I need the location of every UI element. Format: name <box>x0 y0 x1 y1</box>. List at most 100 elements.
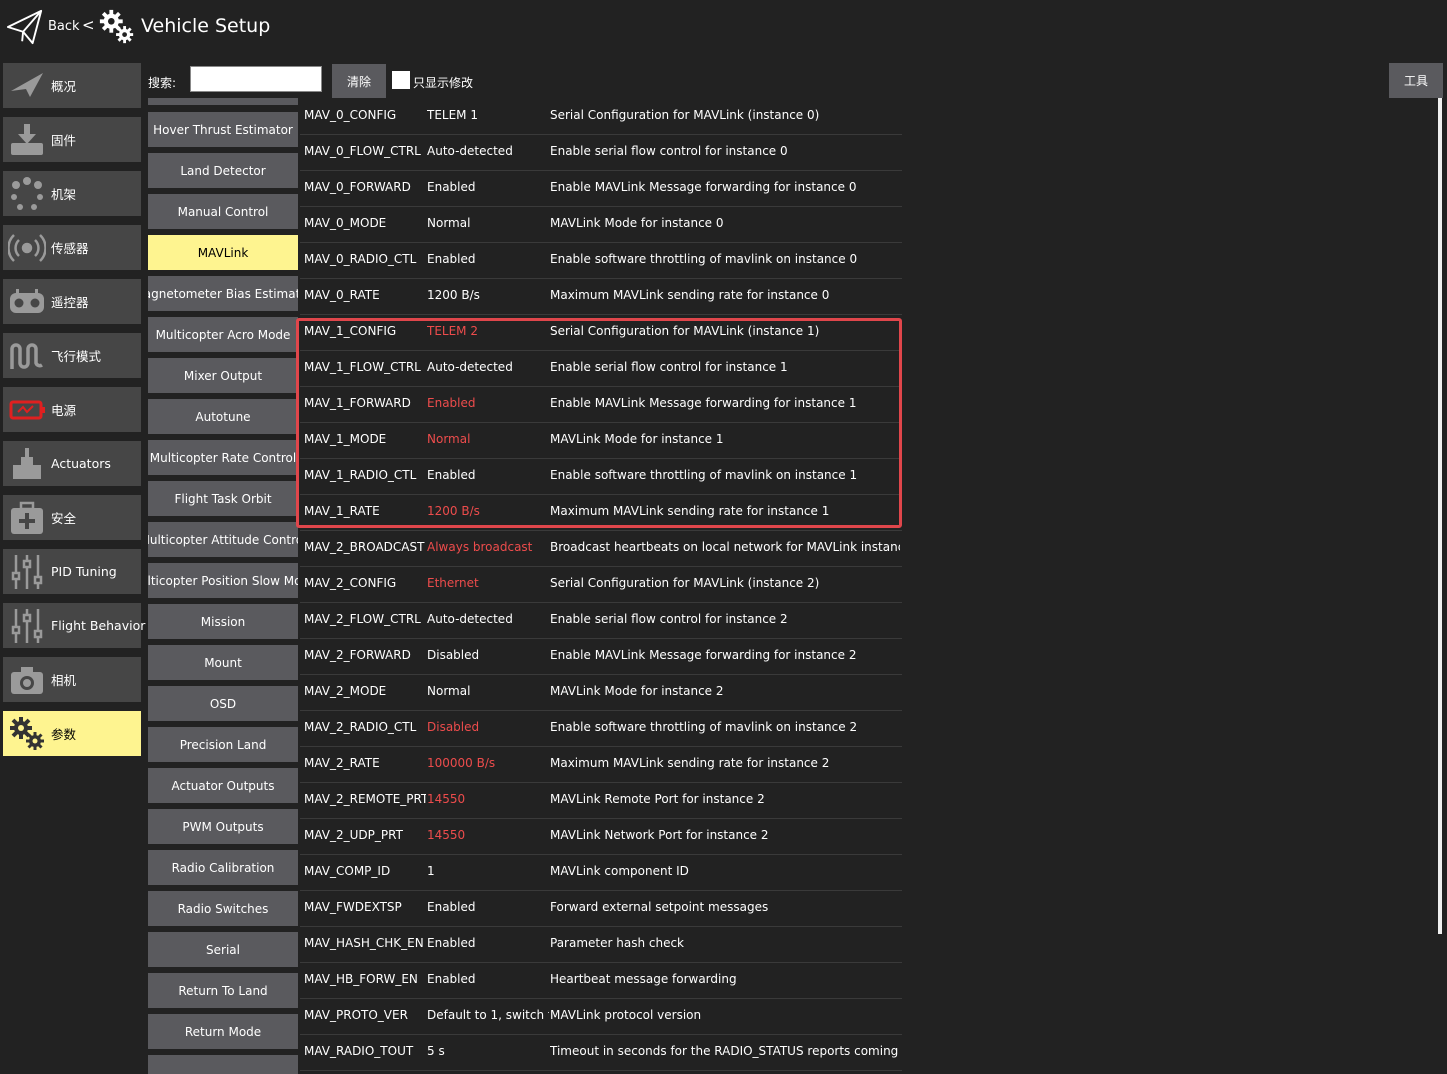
group-button[interactable]: Radio Switches <box>148 891 298 926</box>
param-row[interactable]: MAV_0_FLOW_CTRL Auto-detected Enable seria… <box>300 135 902 171</box>
search-input[interactable] <box>190 66 322 92</box>
group-button[interactable]: Mixer Output <box>148 358 298 393</box>
param-value: Auto-detected <box>427 144 513 158</box>
param-row[interactable]: MAV_RADIO_TOUT 5 s Timeout in seconds for … <box>300 1035 902 1071</box>
param-name: MAV_1_FORWARD <box>304 396 411 410</box>
param-value: Enabled <box>427 252 476 266</box>
group-button[interactable]: Hover Thrust Estimator <box>148 112 298 147</box>
sidebar-item[interactable]: 固件 <box>3 117 141 162</box>
sidebar-item[interactable]: 传感器 <box>3 225 141 270</box>
param-description: Maximum MAVLink sending rate for instanc… <box>550 504 830 518</box>
airframe-icon <box>11 176 43 210</box>
group-button[interactable]: Mount <box>148 645 298 680</box>
page-scrollbar[interactable] <box>1438 98 1442 934</box>
group-button[interactable]: Serial <box>148 932 298 967</box>
param-name: MAV_FWDEXTSP <box>304 900 402 914</box>
tools-button[interactable]: 工具 <box>1389 63 1443 98</box>
param-row[interactable]: MAV_0_FORWARD Enabled Enable MAVLink Messa… <box>300 171 902 207</box>
param-value: 14550 <box>427 792 466 806</box>
group-button[interactable]: Manual Control <box>148 194 298 229</box>
paper-plane-icon[interactable] <box>6 8 44 46</box>
sidebar-item[interactable]: 概况 <box>3 63 141 108</box>
group-button-partial[interactable] <box>148 98 298 105</box>
param-row[interactable]: MAV_2_BROADCAST Always broadcast Broadcast… <box>300 531 902 567</box>
sidebar-item[interactable]: Flight Behavior <box>3 603 145 648</box>
param-value: Normal <box>427 216 471 230</box>
sidebar-item-label: 遥控器 <box>51 295 89 310</box>
sidebar-item[interactable]: 安全 <box>3 495 141 540</box>
param-row[interactable]: MAV_2_FLOW_CTRL Auto-detected Enable seria… <box>300 603 902 639</box>
param-value: Always broadcast <box>427 540 533 554</box>
param-value: 100000 B/s <box>427 756 496 770</box>
group-button[interactable]: Multicopter Attitude Control <box>148 522 298 557</box>
param-row[interactable]: MAV_2_MODE Normal MAVLink Mode for instanc… <box>300 675 902 711</box>
group-button[interactable]: Autotune <box>148 399 298 434</box>
param-row[interactable]: MAV_1_FLOW_CTRL Auto-detected Enable seria… <box>300 351 902 387</box>
group-button[interactable]: Multicopter Position Slow Mode <box>148 563 298 598</box>
clear-button[interactable]: 清除 <box>332 64 386 98</box>
sidebar-item[interactable]: Actuators <box>3 441 141 486</box>
group-button[interactable]: Radio Calibration <box>148 850 298 885</box>
sidebar-item[interactable]: 遥控器 <box>3 279 141 324</box>
param-row[interactable]: MAV_0_RATE 1200 B/s Maximum MAVLink sendin… <box>300 279 902 315</box>
group-button[interactable]: Precision Land <box>148 727 298 762</box>
group-button[interactable]: Multicopter Rate Control <box>148 440 298 475</box>
back-button[interactable]: Back <box>48 19 80 34</box>
group-button[interactable]: Return To Land <box>148 973 298 1008</box>
param-row[interactable]: MAV_COMP_ID 1 MAVLink component ID <box>300 855 902 891</box>
param-row[interactable]: MAV_0_RADIO_CTL Enabled Enable software th… <box>300 243 902 279</box>
group-button[interactable]: Multicopter Acro Mode <box>148 317 298 352</box>
param-row[interactable]: MAV_0_MODE Normal MAVLink Mode for instanc… <box>300 207 902 243</box>
param-description: Maximum MAVLink sending rate for instanc… <box>550 756 830 770</box>
param-row[interactable]: MAV_HB_FORW_EN Enabled Heartbeat message f… <box>300 963 902 999</box>
param-value: Enabled <box>427 468 476 482</box>
group-button[interactable]: Return Mode <box>148 1014 298 1049</box>
param-row[interactable]: MAV_FWDEXTSP Enabled Forward external setp… <box>300 891 902 927</box>
sidebar-item[interactable]: PID Tuning <box>3 549 141 594</box>
param-description: MAVLink Mode for instance 0 <box>550 216 724 230</box>
safety-icon <box>11 501 43 534</box>
sidebar-item[interactable]: 参数 <box>3 711 141 756</box>
sidebar-item-label: 概况 <box>51 79 77 94</box>
param-row[interactable]: MAV_2_CONFIG Ethernet Serial Configuration… <box>300 567 902 603</box>
param-row[interactable]: MAV_2_UDP_PRT 14550 MAVLink Network Port f… <box>300 819 902 855</box>
param-row[interactable]: MAV_PROTO_VER Default to 1, switch to 2 i… <box>300 999 902 1035</box>
group-button[interactable]: Land Detector <box>148 153 298 188</box>
param-name: MAV_HB_FORW_EN <box>304 972 418 986</box>
param-row[interactable]: MAV_2_RADIO_CTL Disabled Enable software t… <box>300 711 902 747</box>
group-button[interactable]: Actuator Outputs <box>148 768 298 803</box>
param-row[interactable]: MAV_1_CONFIG TELEM 2 Serial Configuration … <box>300 315 902 351</box>
group-button-partial[interactable] <box>148 1055 298 1074</box>
breadcrumb-separator: < <box>82 16 95 34</box>
modified-only-checkbox[interactable] <box>392 71 410 89</box>
sidebar-item[interactable]: 电源 <box>3 387 141 432</box>
param-name: MAV_COMP_ID <box>304 864 391 878</box>
sidebar-item[interactable]: 相机 <box>3 657 141 702</box>
param-row[interactable]: MAV_2_RATE 100000 B/s Maximum MAVLink send… <box>300 747 902 783</box>
param-description: MAVLink component ID <box>550 864 689 878</box>
param-name: MAV_1_RADIO_CTL <box>304 468 417 482</box>
param-description: MAVLink Mode for instance 1 <box>550 432 724 446</box>
group-button[interactable]: MAVLink <box>148 235 298 270</box>
param-row[interactable]: MAV_1_MODE Normal MAVLink Mode for instanc… <box>300 423 902 459</box>
param-row[interactable]: MAV_2_REMOTE_PRT 14550 MAVLink Remote Port… <box>300 783 902 819</box>
param-row[interactable]: MAV_1_RADIO_CTL Enabled Enable software th… <box>300 459 902 495</box>
param-row[interactable]: MAV_0_CONFIG TELEM 1 Serial Configuration … <box>300 99 902 135</box>
group-button[interactable]: Magnetometer Bias Estimator <box>148 276 298 311</box>
param-value: 1200 B/s <box>427 288 480 302</box>
group-button[interactable]: OSD <box>148 686 298 721</box>
sidebar-item[interactable]: 机架 <box>3 171 141 216</box>
param-description: MAVLink protocol version <box>550 1008 702 1022</box>
param-row[interactable]: MAV_1_FORWARD Enabled Enable MAVLink Messa… <box>300 387 902 423</box>
group-button[interactable]: Flight Task Orbit <box>148 481 298 516</box>
group-button[interactable]: Mission <box>148 604 298 639</box>
sidebar-item-label: 飞行模式 <box>51 349 102 364</box>
sidebar-item[interactable]: 飞行模式 <box>3 333 141 378</box>
param-row[interactable]: MAV_1_RATE 1200 B/s Maximum MAVLink sendin… <box>300 495 902 531</box>
param-row[interactable]: MAV_2_FORWARD Disabled Enable MAVLink Mess… <box>300 639 902 675</box>
param-description: Parameter hash check <box>550 936 685 950</box>
param-row[interactable]: MAV_HASH_CHK_EN Enabled Parameter hash che… <box>300 927 902 963</box>
param-name: MAV_1_RATE <box>304 504 380 518</box>
param-value: Disabled <box>427 648 480 662</box>
group-button[interactable]: PWM Outputs <box>148 809 298 844</box>
